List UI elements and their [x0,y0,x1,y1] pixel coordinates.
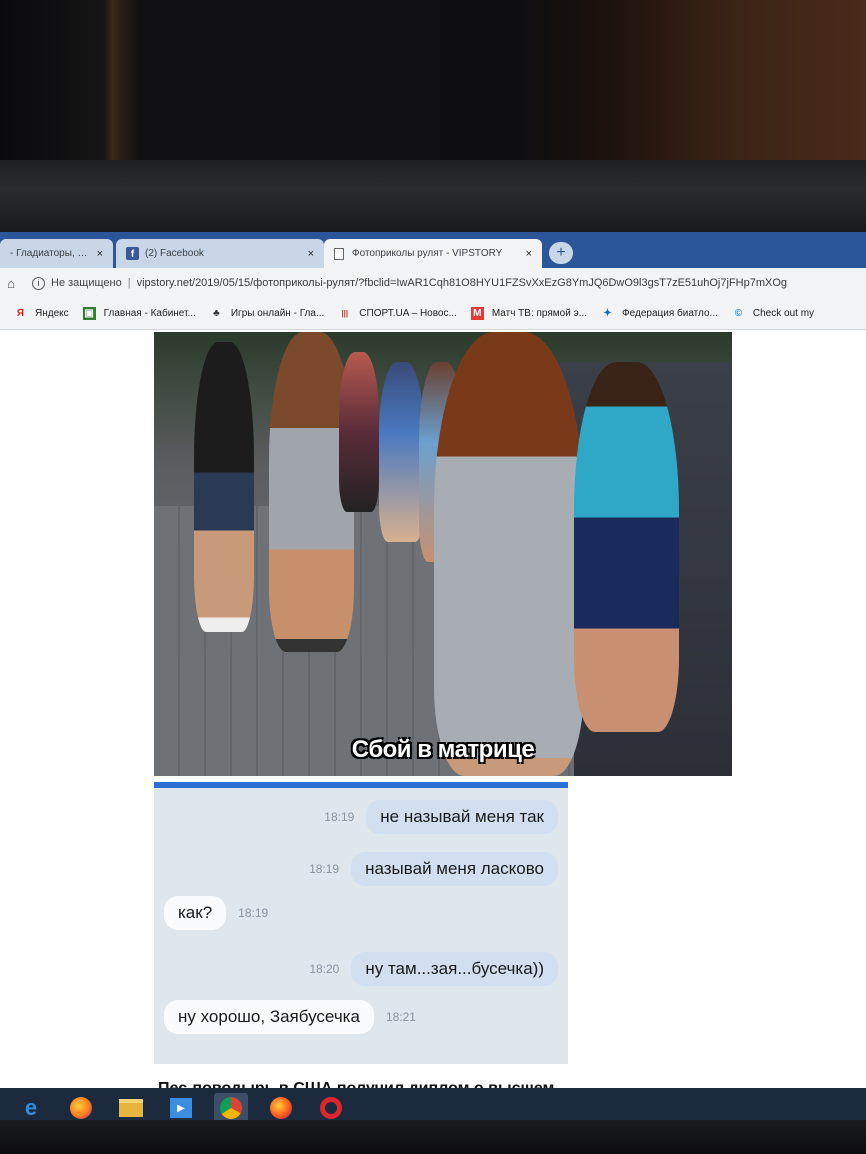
info-icon[interactable]: i [32,276,45,290]
message-bubble: как? [164,896,227,930]
message-bubble: не называй меня так [366,800,558,834]
message-time: 18:21 [385,1010,416,1024]
address-divider: | [127,277,131,289]
message-bubble: называй меня ласково [351,852,558,886]
photo-caption: Сбой в матрице [351,736,535,763]
games-icon: ♣ [213,308,220,319]
bookmark-check-out[interactable]: © Check out my [732,307,814,320]
bookmark-sport[interactable]: ||| СПОРТ.UA – Новос... [338,307,457,320]
monitor-bezel-bottom [0,1120,866,1154]
person-man [194,342,254,632]
tab-title: (2) Facebook [145,248,204,259]
message-time: 18:19 [309,862,340,876]
yandex-icon: Я [16,308,25,319]
bookmark-label: Яндекс [35,308,69,319]
tab-title: - Гладиаторы, игр [10,248,91,259]
monitor-bezel [0,160,866,235]
person-woman-teal [574,362,679,732]
bookmark-biathlon[interactable]: ✦ Федерация биатло... [601,307,718,320]
message-time: 18:19 [324,810,355,824]
document-icon [334,247,344,260]
room-background [0,0,866,165]
tab-bar: - Гладиаторы, игр × f (2) Facebook × Фот… [0,232,866,268]
bookmark-games[interactable]: ♣ Игры онлайн - Гла... [210,307,324,320]
person-background-blue [379,362,424,542]
bookmarks-bar: Я Яндекс ▣ Главная - Кабинет... ♣ Игры о… [0,298,866,330]
meme-photo[interactable]: Сбой в матрице [154,332,732,776]
chat-screenshot: 18:19 не называй меня так 18:19 называй … [154,782,568,1064]
message-time: 18:20 [309,962,340,976]
tab-close-icon[interactable]: × [308,248,314,260]
chat-message: как? 18:19 [164,896,280,930]
edge-icon[interactable]: e [14,1093,48,1123]
chrome-icon[interactable] [214,1093,248,1123]
page-content: Сбой в матрице 18:19 не называй меня так… [0,330,866,1092]
bookmark-cabinet[interactable]: ▣ Главная - Кабинет... [82,307,196,320]
cabinet-icon: ▣ [82,307,96,320]
facebook-icon: f [126,247,139,260]
new-tab-button[interactable]: + [549,242,573,264]
message-bubble: ну там...зая...бусечка)) [351,952,558,986]
firefox-alt-icon[interactable] [264,1093,298,1123]
media-player-icon[interactable]: ▶ [164,1093,198,1123]
check-icon: © [734,308,743,319]
opera-icon[interactable] [314,1093,348,1123]
bookmark-label: Главная - Кабинет... [103,308,196,319]
bookmark-label: СПОРТ.UA – Новос... [359,308,457,319]
file-explorer-icon[interactable] [114,1093,148,1123]
bookmark-label: Check out my [752,308,815,319]
bookmark-match-tv[interactable]: M Матч ТВ: прямой э... [470,307,588,320]
message-time: 18:19 [238,906,269,920]
bookmark-yandex[interactable]: Я Яндекс [14,307,69,320]
firefox-icon[interactable] [64,1093,98,1123]
bookmark-label: Игры онлайн - Гла... [230,308,325,319]
url-text[interactable]: vipstory.net/2019/05/15/фотоприкольi-рул… [137,277,787,289]
biathlon-icon: ✦ [603,308,612,319]
match-tv-icon: M [470,307,484,320]
tab-close-icon[interactable]: × [526,248,532,260]
tab-title: Фотоприколы рулят - VIPSTORY [352,248,503,259]
security-label[interactable]: Не защищено [51,277,122,289]
chat-message: 18:19 называй меня ласково [297,852,558,886]
bookmark-label: Федерация биатло... [622,308,718,319]
tab-facebook[interactable]: f (2) Facebook × [116,239,324,268]
browser-window: - Гладиаторы, игр × f (2) Facebook × Фот… [0,232,866,1092]
tab-gladiators[interactable]: - Гладиаторы, игр × [0,239,113,268]
tab-close-icon[interactable]: × [97,248,103,260]
person-background [339,352,379,512]
bookmark-label: Матч ТВ: прямой э... [491,308,588,319]
chat-message: ну хорошо, Заябусечка 18:21 [164,1000,428,1034]
tab-vipstory[interactable]: Фотоприколы рулят - VIPSTORY × [324,239,542,268]
person-woman-right [434,332,584,776]
sport-icon: ||| [341,309,349,318]
chat-message: 18:19 не называй меня так [312,800,558,834]
home-icon[interactable]: ⌂ [0,276,22,291]
chat-message: 18:20 ну там...зая...бусечка)) [297,952,558,986]
address-bar[interactable]: ⌂ i Не защищено | vipstory.net/2019/05/1… [0,268,866,298]
message-bubble: ну хорошо, Заябусечка [164,1000,374,1034]
